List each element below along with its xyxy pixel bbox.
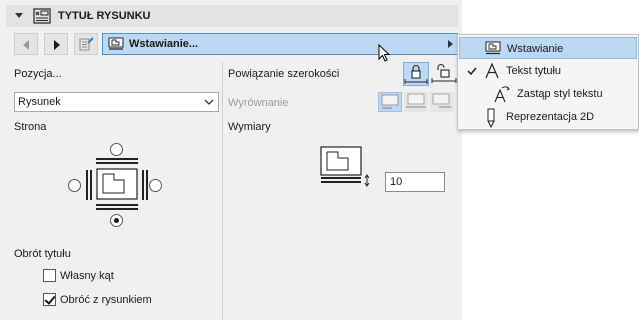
text-style-override-icon xyxy=(494,86,510,103)
menu-item-reprezentacja-2d[interactable]: Reprezentacja 2D xyxy=(459,106,637,128)
side-left-radio[interactable] xyxy=(68,179,81,192)
dimension-input-value: 10 xyxy=(390,176,403,188)
align-right-button[interactable] xyxy=(430,92,454,112)
mouse-cursor-icon xyxy=(378,44,391,62)
submenu-arrow-icon xyxy=(448,40,453,48)
arrow-left-icon xyxy=(23,40,29,50)
arrow-right-icon xyxy=(54,40,60,50)
rotate-with-drawing-checkbox[interactable] xyxy=(43,293,56,306)
unlock-width-button[interactable] xyxy=(431,62,457,86)
text-a-icon xyxy=(485,62,499,79)
menu-item-label: Reprezentacja 2D xyxy=(506,111,595,123)
settings-panel: TYTUŁ RYSUNKU Wstawianie... Pozycja... R… xyxy=(0,0,462,320)
drawing-frame-icon xyxy=(485,41,501,55)
menu-item-label: Tekst tytułu xyxy=(506,65,562,77)
lock-closed-icon xyxy=(404,65,428,84)
previous-button[interactable] xyxy=(14,33,38,55)
title-settings-icon xyxy=(33,8,51,27)
position-select-value: Rysunek xyxy=(18,96,61,108)
custom-angle-label: Własny kąt xyxy=(60,270,114,282)
menu-item-wstawianie[interactable]: Wstawianie xyxy=(459,37,637,59)
alignment-label: Wyrównanie xyxy=(228,97,289,109)
dimension-input[interactable]: 10 xyxy=(385,172,445,192)
side-label: Strona xyxy=(14,121,47,133)
dimensions-label: Wymiary xyxy=(228,121,271,133)
side-bottom-radio[interactable] xyxy=(110,214,123,227)
drawing-frame-icon xyxy=(108,37,124,54)
rotation-label: Obrót tytułu xyxy=(14,248,71,260)
menu-item-zastap-styl-tekstu[interactable]: Zastąp styl tekstu xyxy=(459,83,637,105)
align-right-icon xyxy=(432,93,451,108)
checkmark-icon xyxy=(467,67,477,76)
side-diagram-icon xyxy=(86,158,148,210)
menu-item-label: Zastąp styl tekstu xyxy=(517,88,603,100)
lock-open-icon xyxy=(431,64,457,83)
lock-width-button[interactable] xyxy=(403,62,429,86)
panel-title: TYTUŁ RYSUNKU xyxy=(58,10,151,22)
pen-icon xyxy=(487,108,495,128)
align-center-button[interactable] xyxy=(404,92,428,112)
width-link-label: Powiązanie szerokości xyxy=(228,68,340,80)
column-divider xyxy=(222,62,223,320)
panel-header[interactable]: TYTUŁ RYSUNKU xyxy=(0,0,462,30)
align-left-button[interactable] xyxy=(378,92,402,112)
edit-list-icon xyxy=(79,37,94,51)
side-right-radio[interactable] xyxy=(149,179,162,192)
position-select[interactable]: Rysunek xyxy=(14,92,219,112)
rotate-with-drawing-label: Obróć z rysunkiem xyxy=(60,294,152,306)
edit-favorites-button[interactable] xyxy=(74,33,98,55)
custom-angle-checkbox[interactable] xyxy=(43,269,56,282)
menu-item-tekst-tytulu[interactable]: Tekst tytułu xyxy=(459,60,637,82)
align-center-icon xyxy=(406,93,426,108)
chevron-down-icon xyxy=(204,99,214,105)
selector-label: Wstawianie... xyxy=(129,38,199,50)
side-top-radio[interactable] xyxy=(110,143,123,156)
selector-menu: Wstawianie Tekst tytułu Zastąp styl teks… xyxy=(457,34,639,130)
align-left-icon xyxy=(381,94,399,109)
panel-selector-dropdown[interactable]: Wstawianie... xyxy=(102,33,458,55)
title-height-diagram-icon xyxy=(320,146,370,187)
next-button[interactable] xyxy=(44,33,68,55)
menu-item-label: Wstawianie xyxy=(507,43,564,55)
position-label: Pozycja... xyxy=(14,68,62,80)
collapse-triangle-icon[interactable] xyxy=(15,13,23,18)
